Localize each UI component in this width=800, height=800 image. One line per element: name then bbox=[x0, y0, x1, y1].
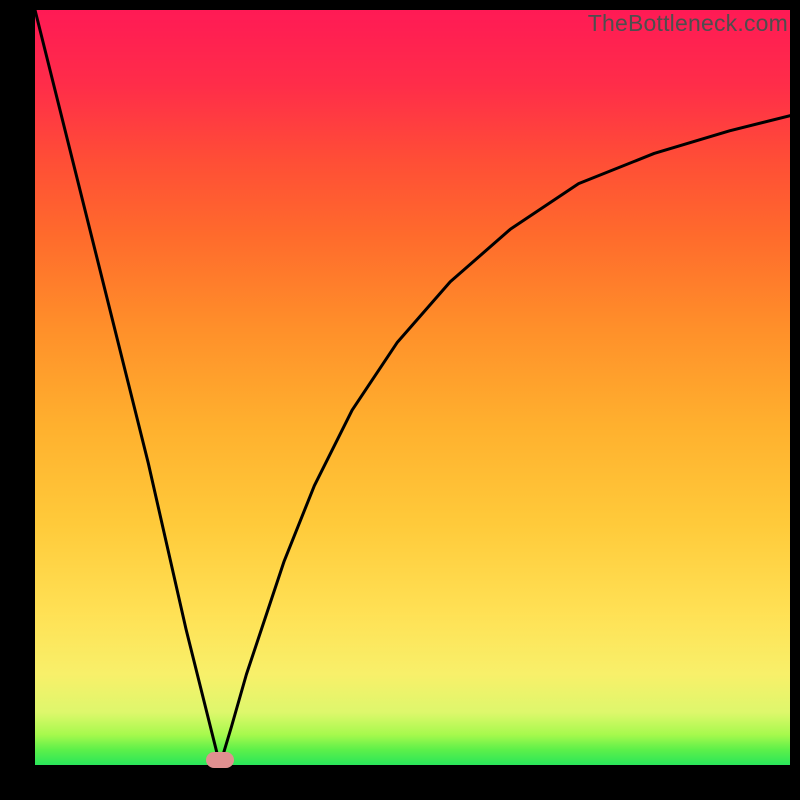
plot-area bbox=[35, 10, 790, 765]
watermark-text: TheBottleneck.com bbox=[588, 10, 788, 37]
chart-container: TheBottleneck.com bbox=[0, 0, 800, 800]
minimum-marker bbox=[206, 752, 234, 768]
curve-layer bbox=[35, 10, 790, 765]
bottleneck-curve bbox=[35, 10, 790, 765]
